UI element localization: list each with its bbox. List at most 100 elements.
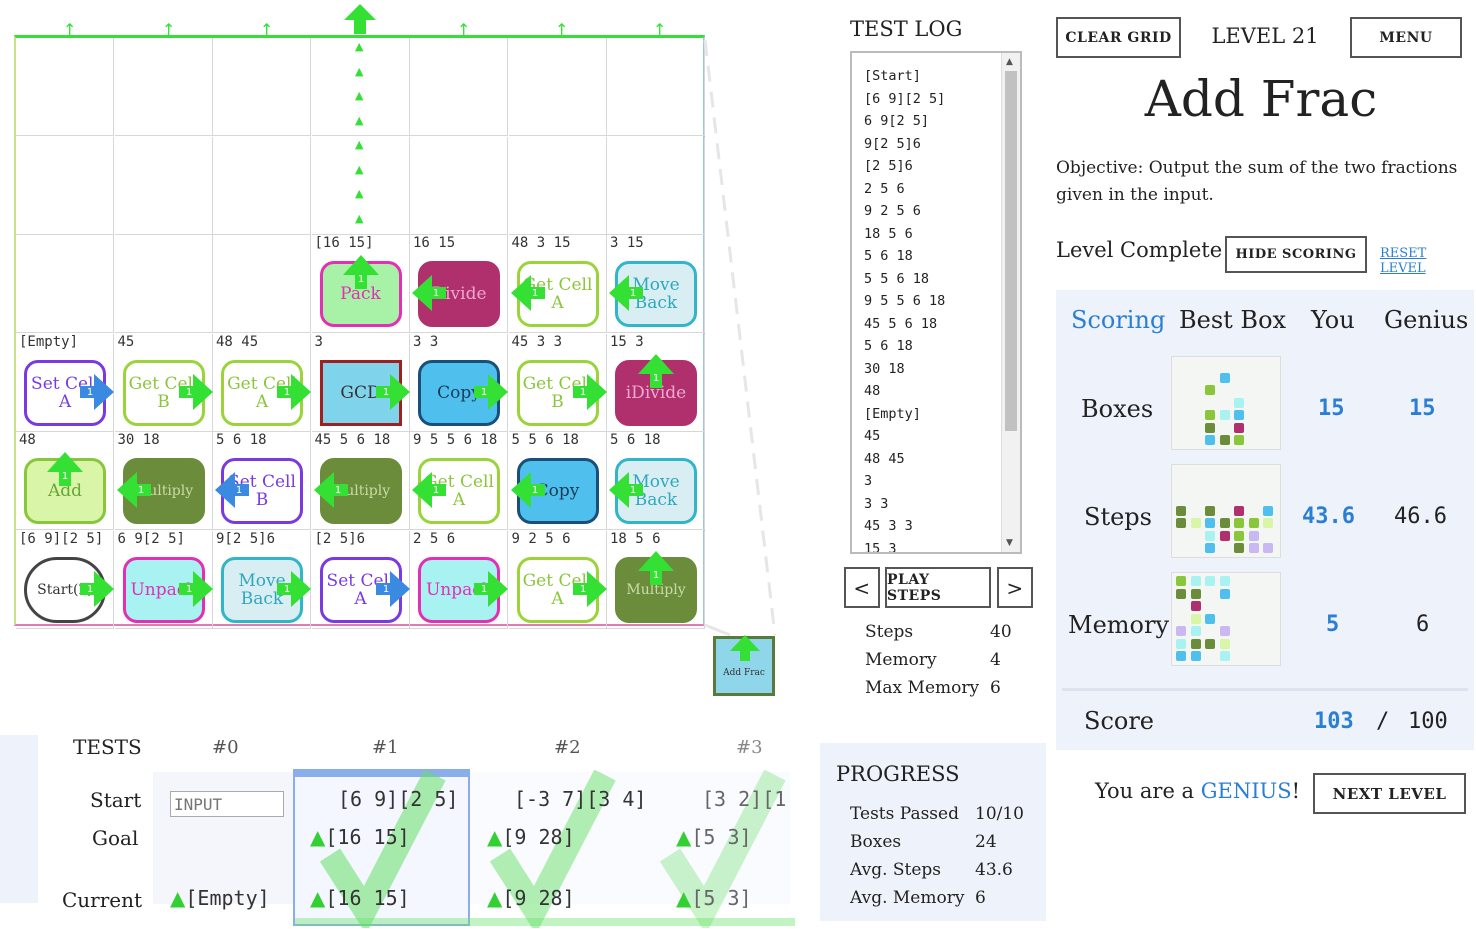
log-line: 45 5 6 18: [864, 315, 938, 332]
log-line: 30 18: [864, 360, 905, 377]
grid-cell[interactable]: [213, 235, 311, 333]
direction-arrow-icon: 1: [80, 570, 114, 607]
grid-cell[interactable]: 18 5 6 Multiply 1: [607, 530, 705, 629]
grid-cell[interactable]: 3 GCD 1: [311, 333, 410, 432]
grid-cell[interactable]: [213, 136, 311, 235]
grid-cell[interactable]: 5 6 18 Move Back 1: [607, 432, 705, 530]
grid-cell[interactable]: [6 9][2 5] Start(2) 1: [16, 530, 114, 629]
next-level-button[interactable]: NEXT LEVEL: [1313, 773, 1466, 814]
grid-cell[interactable]: [607, 38, 705, 136]
scroll-thumb[interactable]: [1005, 71, 1017, 431]
svg-text:1: 1: [87, 387, 93, 398]
play-steps-button[interactable]: PLAY STEPS: [885, 567, 991, 608]
grid-cell[interactable]: [213, 38, 311, 136]
scoring-panel: Scoring Best Box You Genius Boxes 15 15 …: [1056, 290, 1474, 750]
svg-text:1: 1: [531, 288, 537, 299]
grid-cell[interactable]: 6 9[2 5] Unpack 1: [114, 530, 213, 629]
svg-text:1: 1: [357, 274, 363, 285]
grid-cell[interactable]: [114, 136, 213, 235]
grid-cell[interactable]: 15 3 iDivide 1: [607, 333, 705, 432]
tests-side-strip: [0, 735, 38, 903]
grid-cell[interactable]: [410, 136, 508, 235]
grid-cell[interactable]: [410, 38, 508, 136]
mini-tile: [1176, 588, 1186, 599]
menu-button[interactable]: MENU: [1350, 17, 1462, 58]
up-arrow-icon: ▲: [170, 886, 186, 910]
hide-scoring-button[interactable]: HIDE SCORING: [1225, 236, 1367, 273]
prev-step-button[interactable]: <: [844, 567, 880, 608]
program-grid[interactable]: [16 15] Pack 1 16 15 Divide 1 48 3 15 Get Cell …: [14, 35, 705, 629]
direction-arrow-icon: 1: [638, 550, 674, 585]
grid-cell[interactable]: 48 3 15 Get Cell A1: [508, 235, 607, 333]
grid-cell[interactable]: 48 Add 1: [16, 432, 114, 530]
direction-arrow-icon: 1: [277, 570, 311, 607]
mini-tile: [1176, 518, 1186, 528]
grid-cell[interactable]: 45 5 6 18 Multiply 1: [311, 432, 410, 530]
mini-tile: [1176, 576, 1186, 586]
memory-genius-value: 6: [1416, 612, 1430, 637]
grid-cell[interactable]: [16, 136, 114, 235]
level-title: Add Frac: [1144, 70, 1378, 128]
mini-tile: [1234, 435, 1244, 445]
mini-tile: [1219, 372, 1230, 383]
mini-tile: [1234, 543, 1244, 553]
grid-cell[interactable]: [311, 136, 410, 235]
mini-tile: [1176, 651, 1186, 661]
scroll-up-icon[interactable]: ▲: [1006, 57, 1013, 67]
test-2-id[interactable]: #2: [554, 737, 581, 758]
test-1-id[interactable]: #1: [372, 737, 399, 758]
next-step-button[interactable]: >: [997, 567, 1033, 608]
up-arrow-icon: ▲: [310, 886, 326, 910]
stat-label: Max Memory: [865, 678, 980, 698]
grid-cell[interactable]: [311, 38, 410, 136]
grid-cell[interactable]: [508, 38, 607, 136]
grid-cell[interactable]: [114, 38, 213, 136]
grid-cell[interactable]: 3 3 Copy 1: [410, 333, 508, 432]
mini-tile: [1219, 435, 1230, 445]
grid-cell[interactable]: 9 5 5 6 18 Get Cell A1: [410, 432, 508, 530]
grid-cell[interactable]: 5 6 18 Set Cell B1: [213, 432, 311, 530]
reset-level-link[interactable]: RESET LEVEL: [1380, 246, 1476, 276]
grid-cell[interactable]: [2 5]6 Set Cell A1: [311, 530, 410, 629]
mini-tile: [1190, 601, 1201, 611]
grid-cell[interactable]: 16 15 Divide 1: [410, 235, 508, 333]
grid-cell[interactable]: [16, 38, 114, 136]
test-3-id[interactable]: #3: [736, 737, 763, 758]
grid-cell[interactable]: 30 18 Multiply 1: [114, 432, 213, 530]
grid-cell[interactable]: 48 45 Get Cell A1: [213, 333, 311, 432]
grid-cell[interactable]: 3 15 Move Back 1: [607, 235, 705, 333]
test-0-id[interactable]: #0: [212, 737, 239, 758]
steps-genius-value: 46.6: [1394, 504, 1447, 529]
clear-grid-button[interactable]: CLEAR GRID: [1056, 17, 1181, 58]
cell-value: 18 5 6: [610, 530, 661, 547]
direction-arrow-icon: 1: [116, 472, 151, 508]
test-log-panel[interactable]: [Start] [6 9][2 5] 6 9[2 5] 9[2 5]6 [2 5]6 2 …: [850, 51, 1022, 554]
mini-tile: [1219, 651, 1230, 661]
cell-value: 9 5 5 6 18: [413, 432, 498, 448]
grid-cell[interactable]: 9[2 5]6 Move Back 1: [213, 530, 311, 629]
test-log-scrollbar[interactable]: ▲ ▼: [1001, 53, 1020, 552]
grid-cell[interactable]: 45 3 3 Get Cell B1: [508, 333, 607, 432]
grid-cell[interactable]: 2 5 6 Unpack 1: [410, 530, 508, 629]
direction-arrow-icon: 1: [609, 275, 643, 311]
grid-cell[interactable]: 9 2 5 6 Get Cell A1: [508, 530, 607, 629]
mini-tile: [1176, 626, 1186, 636]
grid-cell[interactable]: [Empty] Set Cell A1: [16, 333, 114, 432]
scroll-down-icon[interactable]: ▼: [1006, 538, 1013, 548]
grid-cell[interactable]: [607, 136, 705, 235]
grid-cell[interactable]: [16 15] Pack 1: [311, 235, 410, 333]
log-line: [6 9][2 5]: [864, 90, 946, 107]
cell-value: 6 9[2 5]: [117, 530, 185, 547]
svg-text:1: 1: [284, 584, 290, 595]
cell-value: 5 6 18: [610, 432, 661, 448]
log-line: 3 3: [864, 495, 889, 512]
score-you-value: 103: [1314, 709, 1354, 734]
grid-cell[interactable]: [114, 235, 213, 333]
grid-cell[interactable]: [508, 136, 607, 235]
svg-text:1: 1: [630, 485, 636, 496]
test-input-field[interactable]: [170, 791, 284, 817]
grid-cell[interactable]: [16, 235, 114, 333]
grid-cell[interactable]: 45 Get Cell B1: [114, 333, 213, 432]
output-box[interactable]: Add Frac: [713, 635, 775, 696]
grid-cell[interactable]: 5 5 6 18 Copy 1: [508, 432, 607, 530]
